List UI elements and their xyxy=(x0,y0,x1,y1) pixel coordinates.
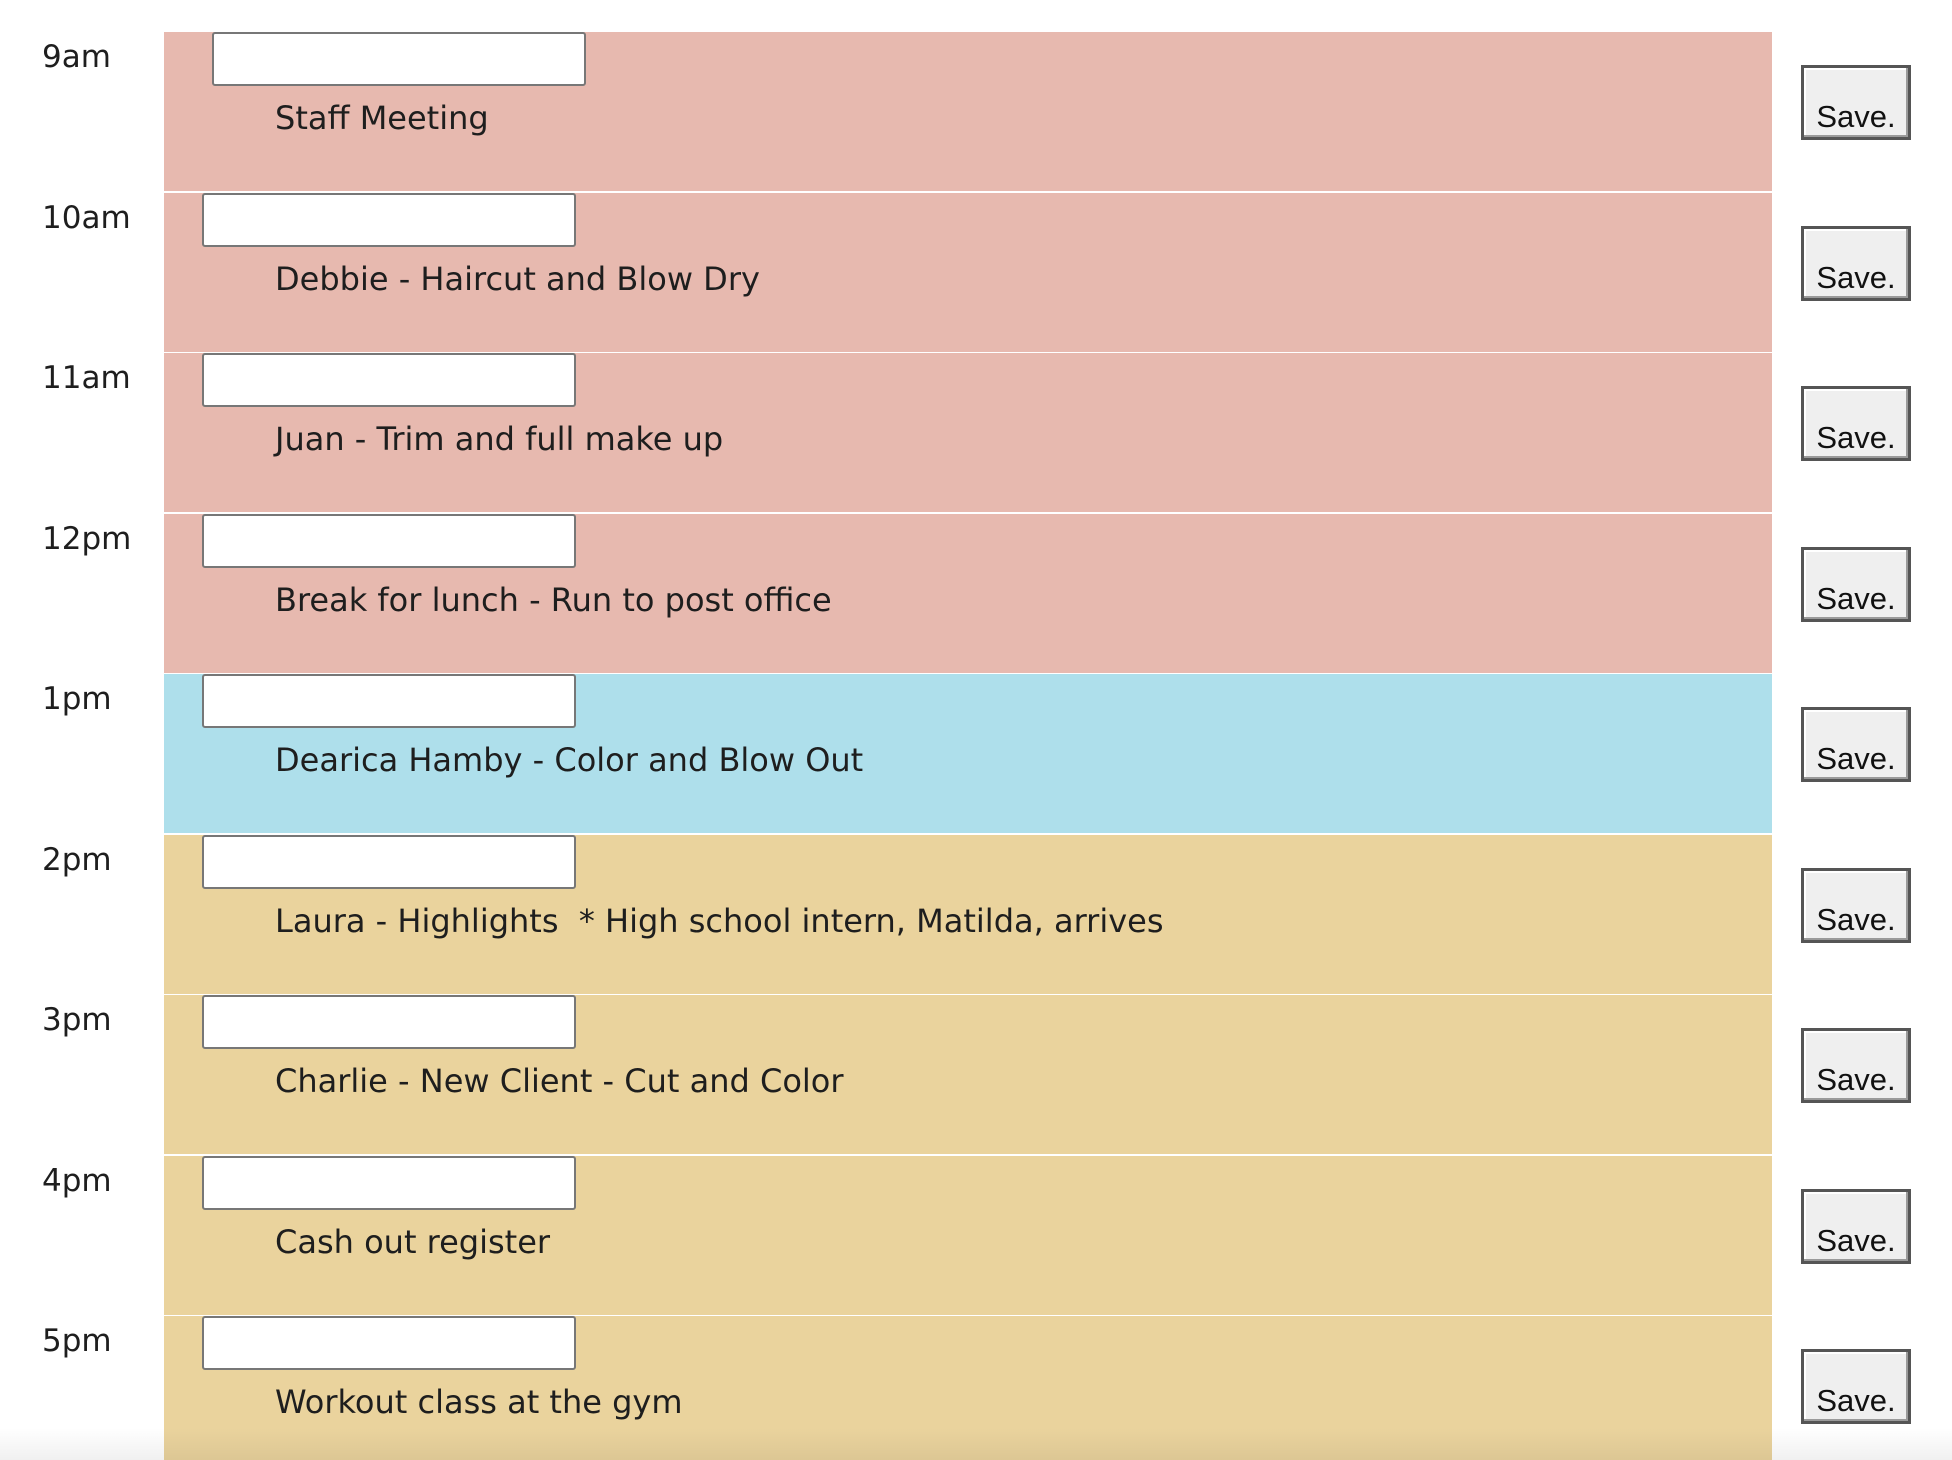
event-text: Laura - Highlights * High school intern,… xyxy=(275,902,1164,940)
save-button-label: Save. xyxy=(1816,1062,1896,1097)
hour-row-11am: 11am Juan - Trim and full make up Save. xyxy=(0,353,1952,513)
save-button[interactable]: Save. xyxy=(1801,1028,1911,1103)
save-button[interactable]: Save. xyxy=(1801,707,1911,782)
event-cell[interactable]: Charlie - New Client - Cut and Color xyxy=(164,995,1772,1154)
event-cell[interactable]: Juan - Trim and full make up xyxy=(164,353,1772,512)
event-cell[interactable]: Debbie - Haircut and Blow Dry xyxy=(164,193,1772,352)
hour-label: 1pm xyxy=(42,681,112,717)
save-button-label: Save. xyxy=(1816,581,1896,616)
save-button-label: Save. xyxy=(1816,260,1896,295)
hour-label: 9am xyxy=(42,39,111,75)
event-input[interactable] xyxy=(202,353,576,407)
hour-row-2pm: 2pm Laura - Highlights * High school int… xyxy=(0,835,1952,995)
save-button[interactable]: Save. xyxy=(1801,868,1911,943)
save-button[interactable]: Save. xyxy=(1801,226,1911,301)
event-text: Cash out register xyxy=(275,1223,551,1261)
event-text: Staff Meeting xyxy=(275,99,489,137)
day-planner: 9am Staff Meeting Save. 10am Debbie - Ha… xyxy=(0,0,1952,1460)
event-text: Break for lunch - Run to post office xyxy=(275,581,832,619)
hour-label: 5pm xyxy=(42,1323,112,1359)
event-cell[interactable]: Break for lunch - Run to post office xyxy=(164,514,1772,673)
hour-label: 3pm xyxy=(42,1002,112,1038)
event-input[interactable] xyxy=(202,1156,576,1210)
event-input[interactable] xyxy=(202,674,576,728)
event-cell[interactable]: Staff Meeting xyxy=(164,32,1772,191)
event-input[interactable] xyxy=(202,1316,576,1370)
hour-label: 4pm xyxy=(42,1163,112,1199)
hour-row-10am: 10am Debbie - Haircut and Blow Dry Save. xyxy=(0,193,1952,353)
save-button-label: Save. xyxy=(1816,1223,1896,1258)
hour-row-1pm: 1pm Dearica Hamby - Color and Blow Out S… xyxy=(0,674,1952,834)
event-text: Workout class at the gym xyxy=(275,1383,683,1421)
event-input[interactable] xyxy=(202,193,576,247)
event-cell[interactable]: Laura - Highlights * High school intern,… xyxy=(164,835,1772,994)
hour-row-3pm: 3pm Charlie - New Client - Cut and Color… xyxy=(0,995,1952,1155)
event-cell[interactable]: Cash out register xyxy=(164,1156,1772,1315)
save-button[interactable]: Save. xyxy=(1801,547,1911,622)
save-button[interactable]: Save. xyxy=(1801,1189,1911,1264)
save-button-label: Save. xyxy=(1816,741,1896,776)
event-cell[interactable]: Dearica Hamby - Color and Blow Out xyxy=(164,674,1772,833)
event-text: Debbie - Haircut and Blow Dry xyxy=(275,260,760,298)
event-text: Juan - Trim and full make up xyxy=(275,420,724,458)
save-button[interactable]: Save. xyxy=(1801,386,1911,461)
hour-row-5pm: 5pm Workout class at the gym Save. xyxy=(0,1316,1952,1460)
event-input[interactable] xyxy=(212,32,586,86)
event-input[interactable] xyxy=(202,514,576,568)
save-button-label: Save. xyxy=(1816,99,1896,134)
hour-row-4pm: 4pm Cash out register Save. xyxy=(0,1156,1952,1316)
hour-label: 11am xyxy=(42,360,131,396)
event-text: Charlie - New Client - Cut and Color xyxy=(275,1062,844,1100)
event-text: Dearica Hamby - Color and Blow Out xyxy=(275,741,864,779)
hour-label: 12pm xyxy=(42,521,132,557)
save-button-label: Save. xyxy=(1816,420,1896,455)
hour-label: 10am xyxy=(42,200,131,236)
hour-label: 2pm xyxy=(42,842,112,878)
save-button[interactable]: Save. xyxy=(1801,65,1911,140)
hour-row-9am: 9am Staff Meeting Save. xyxy=(0,32,1952,192)
event-input[interactable] xyxy=(202,835,576,889)
save-button-label: Save. xyxy=(1816,902,1896,937)
event-input[interactable] xyxy=(202,995,576,1049)
hour-row-12pm: 12pm Break for lunch - Run to post offic… xyxy=(0,514,1952,674)
save-button-label: Save. xyxy=(1816,1383,1896,1418)
save-button[interactable]: Save. xyxy=(1801,1349,1911,1424)
event-cell[interactable]: Workout class at the gym xyxy=(164,1316,1772,1460)
